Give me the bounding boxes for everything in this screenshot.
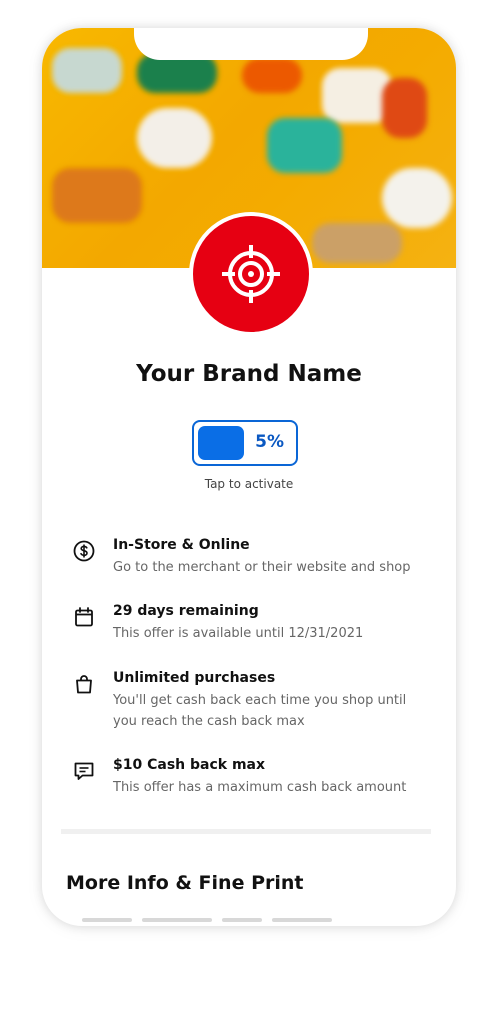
calendar-icon (75, 607, 93, 627)
feature-title: 29 days remaining (113, 603, 259, 619)
feature-title: Unlimited purchases (113, 670, 276, 686)
tap-to-activate-label: Tap to activate (204, 477, 294, 491)
shopping-bag-icon (76, 675, 92, 694)
feature-desc: This offer has a maximum cash back amoun… (113, 780, 407, 795)
brand-logo (189, 212, 313, 336)
cut-off-text (82, 918, 382, 926)
cashback-percent: 5% (255, 432, 284, 452)
feature-desc: You'll get cash back each time you shop … (113, 693, 407, 729)
brand-name: Your Brand Name (136, 361, 362, 387)
message-icon (74, 762, 94, 780)
section-divider (61, 829, 431, 834)
target-icon (222, 245, 280, 303)
feature-desc: This offer is available until 12/31/2021 (113, 626, 364, 641)
more-info-heading[interactable]: More Info & Fine Print (66, 872, 303, 894)
phone-frame: Your Brand Name 5% Tap to activate In-St… (42, 28, 456, 926)
activate-toggle[interactable]: 5% (192, 420, 298, 466)
feature-title: $10 Cash back max (113, 757, 266, 773)
feature-desc: Go to the merchant or their website and … (113, 560, 411, 575)
dollar-circle-icon (73, 540, 95, 562)
toggle-knob[interactable] (198, 426, 244, 460)
feature-title: In-Store & Online (113, 537, 250, 553)
phone-notch (134, 28, 368, 60)
